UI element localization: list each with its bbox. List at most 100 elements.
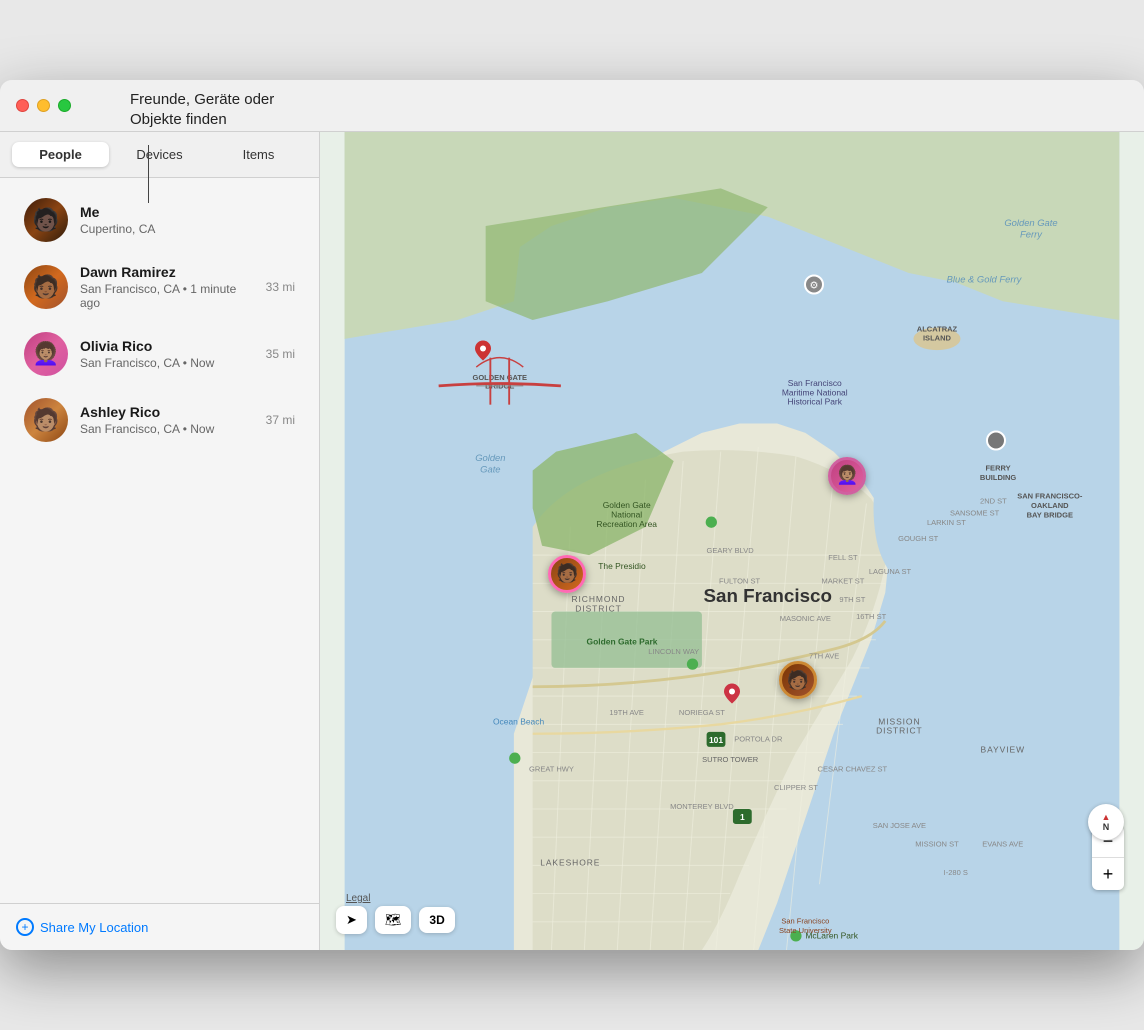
fullscreen-button[interactable]	[58, 99, 71, 112]
legal-link[interactable]: Legal	[346, 893, 370, 904]
traffic-lights	[16, 99, 71, 112]
svg-text:Golden: Golden	[475, 452, 505, 463]
svg-text:LAKESHORE: LAKESHORE	[540, 857, 600, 867]
svg-text:9TH ST: 9TH ST	[839, 595, 865, 604]
three-d-label: 3D	[429, 913, 444, 927]
svg-text:ALCATRAZ: ALCATRAZ	[917, 324, 958, 333]
svg-text:Recreation Area: Recreation Area	[596, 519, 657, 529]
people-list: 🧑🏿 Me Cupertino, CA 🧑🏾	[0, 178, 319, 903]
svg-text:CLIPPER ST: CLIPPER ST	[774, 783, 818, 792]
map-bottom-controls: ➤ 🗺 3D	[336, 906, 455, 934]
compass-n-label: N	[1103, 822, 1110, 832]
person-info-ashley: Ashley Rico San Francisco, CA • Now	[80, 404, 258, 436]
location-button[interactable]: ➤	[336, 906, 367, 934]
svg-text:Gate: Gate	[480, 463, 500, 474]
svg-text:CESAR CHAVEZ ST: CESAR CHAVEZ ST	[818, 764, 888, 773]
svg-text:Golden Gate: Golden Gate	[1004, 217, 1057, 228]
svg-text:ISLAND: ISLAND	[923, 334, 952, 343]
person-distance-ashley: 37 mi	[266, 413, 295, 427]
person-item-ashley[interactable]: 🧑🏽 Ashley Rico San Francisco, CA • Now 3…	[8, 388, 311, 452]
svg-text:DISTRICT: DISTRICT	[575, 604, 622, 614]
person-distance-dawn: 33 mi	[266, 280, 295, 294]
sutro-pin	[724, 684, 740, 709]
svg-text:Historical Park: Historical Park	[787, 397, 842, 407]
zoom-in-button[interactable]: +	[1092, 858, 1124, 890]
svg-text:BUILDING: BUILDING	[980, 473, 1016, 482]
person-name-dawn: Dawn Ramirez	[80, 264, 258, 280]
person-item-olivia[interactable]: 👩🏽‍🦱 Olivia Rico San Francisco, CA • Now…	[8, 322, 311, 386]
share-location-label: Share My Location	[40, 920, 148, 935]
svg-text:EVANS AVE: EVANS AVE	[982, 840, 1023, 849]
person-name-olivia: Olivia Rico	[80, 338, 258, 354]
avatar-ashley: 🧑🏽	[24, 398, 68, 442]
sidebar-footer[interactable]: + Share My Location	[0, 903, 319, 950]
svg-text:GEARY BLVD: GEARY BLVD	[707, 546, 755, 555]
svg-text:16TH ST: 16TH ST	[856, 612, 886, 621]
close-button[interactable]	[16, 99, 29, 112]
svg-text:MISSION ST: MISSION ST	[915, 840, 959, 849]
alcatraz-device-pin: ⚙	[804, 275, 824, 300]
person-location-ashley: San Francisco, CA • Now	[80, 422, 258, 436]
svg-text:GOUGH ST: GOUGH ST	[898, 534, 938, 543]
tabs-container: People Devices Items	[0, 132, 319, 178]
svg-text:NORIEGA ST: NORIEGA ST	[679, 708, 725, 717]
compass[interactable]: ▲ N	[1088, 804, 1124, 840]
person-info-me: Me Cupertino, CA	[80, 204, 295, 236]
svg-text:SANSOME ST: SANSOME ST	[950, 509, 1000, 518]
map-container[interactable]: Golden Gate Park Blue & Gold Ferry Golde…	[320, 132, 1144, 950]
map-marker-dawn[interactable]: 🧑🏾	[548, 555, 586, 593]
person-info-dawn: Dawn Ramirez San Francisco, CA • 1 minut…	[80, 264, 258, 310]
map-svg: Golden Gate Park Blue & Gold Ferry Golde…	[320, 132, 1144, 950]
person-name-ashley: Ashley Rico	[80, 404, 258, 420]
sidebar: People Devices Items 🧑🏿 Me	[0, 132, 320, 950]
svg-text:MASONIC AVE: MASONIC AVE	[780, 614, 831, 623]
minimize-button[interactable]	[37, 99, 50, 112]
ferry-device-pin	[986, 430, 1006, 455]
svg-text:1: 1	[740, 812, 745, 822]
svg-text:I-280 S: I-280 S	[944, 868, 968, 877]
person-item-dawn[interactable]: 🧑🏾 Dawn Ramirez San Francisco, CA • 1 mi…	[8, 254, 311, 320]
svg-text:Blue & Gold Ferry: Blue & Gold Ferry	[947, 273, 1023, 284]
svg-text:BAY BRIDGE: BAY BRIDGE	[1027, 510, 1073, 519]
svg-text:MONTEREY BLVD: MONTEREY BLVD	[670, 802, 734, 811]
person-location-olivia: San Francisco, CA • Now	[80, 356, 258, 370]
person-name-me: Me	[80, 204, 295, 220]
map-marker-olivia[interactable]: 👩🏽‍🦱	[828, 457, 866, 495]
svg-text:SUTRO TOWER: SUTRO TOWER	[702, 755, 759, 764]
avatar-dawn: 🧑🏾	[24, 265, 68, 309]
tab-people[interactable]: People	[12, 142, 109, 167]
share-location-icon: +	[16, 918, 34, 936]
svg-text:BAYVIEW: BAYVIEW	[981, 745, 1025, 755]
svg-text:LINCOLN WAY: LINCOLN WAY	[648, 647, 699, 656]
svg-text:LAGUNA ST: LAGUNA ST	[869, 567, 912, 576]
person-location-dawn: San Francisco, CA • 1 minute ago	[80, 282, 258, 310]
svg-text:The Presidio: The Presidio	[598, 561, 646, 571]
person-location-me: Cupertino, CA	[80, 222, 295, 236]
person-item-me[interactable]: 🧑🏿 Me Cupertino, CA	[8, 188, 311, 252]
map-icon: 🗺	[385, 912, 402, 927]
compass-north: ▲	[1102, 812, 1111, 822]
map-view-button[interactable]: 🗺	[375, 906, 412, 934]
svg-text:FULTON ST: FULTON ST	[719, 576, 760, 585]
title-bar	[0, 80, 1144, 132]
svg-text:⚙: ⚙	[810, 281, 819, 292]
three-d-button[interactable]: 3D	[419, 907, 454, 933]
svg-text:2ND ST: 2ND ST	[980, 496, 1007, 505]
avatar-olivia: 👩🏽‍🦱	[24, 332, 68, 376]
svg-text:DISTRICT: DISTRICT	[876, 726, 923, 736]
tab-devices[interactable]: Devices	[111, 142, 208, 167]
svg-text:Ocean Beach: Ocean Beach	[493, 716, 545, 726]
svg-text:SAN JOSE AVE: SAN JOSE AVE	[873, 821, 926, 830]
svg-text:OAKLAND: OAKLAND	[1031, 501, 1069, 510]
svg-text:Golden Gate Park: Golden Gate Park	[587, 636, 658, 646]
svg-text:State University: State University	[779, 926, 832, 935]
svg-text:19TH AVE: 19TH AVE	[609, 708, 644, 717]
svg-text:PORTOLA DR: PORTOLA DR	[734, 734, 783, 743]
svg-text:101: 101	[709, 735, 723, 745]
person-info-olivia: Olivia Rico San Francisco, CA • Now	[80, 338, 258, 370]
tab-items[interactable]: Items	[210, 142, 307, 167]
map-marker-ashley[interactable]: 🧑🏾	[779, 661, 817, 699]
golden-gate-pin	[475, 340, 491, 365]
svg-text:SAN FRANCISCO-: SAN FRANCISCO-	[1017, 492, 1083, 501]
svg-text:San Francisco: San Francisco	[703, 585, 832, 606]
